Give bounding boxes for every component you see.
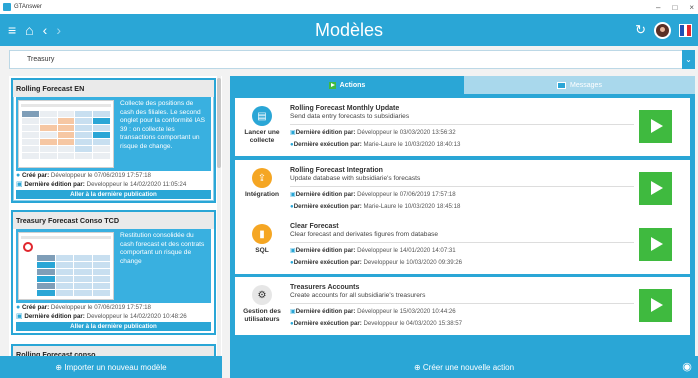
action-card: ⇪ Intégration Rolling Forecast Integrati… (235, 160, 690, 218)
window-titlebar: GTAnswer – □ × (0, 0, 698, 14)
footer-divider (222, 356, 230, 378)
action-category: ⇪ Intégration (235, 160, 289, 218)
action-description: Create accounts for all subsidiarie's tr… (290, 292, 634, 304)
action-edited: ▣Dernière édition par: Développeur le 14… (290, 247, 456, 254)
create-action-label: Créer une nouvelle action (422, 362, 515, 372)
french-flag-icon[interactable] (679, 23, 692, 37)
action-category: ▮ SQL (235, 216, 289, 274)
action-executed: ●Dernière exécution par: Marie-Laure le … (290, 202, 461, 210)
run-action-button[interactable] (639, 110, 672, 143)
tab-messages[interactable]: Messages (464, 76, 695, 94)
model-edited: ▣ Dernière édition par: Developpeur le 1… (16, 181, 187, 188)
plus-icon: ⊕ (413, 362, 423, 372)
model-preview: Restitution consolidée du cash forecast … (16, 229, 211, 303)
run-action-button[interactable] (639, 228, 672, 261)
action-executed: ●Dernière exécution par: Developpeur le … (290, 319, 463, 327)
model-title: Treasury Forecast Conso TCD (13, 212, 214, 229)
action-description: Update database with subsidiarie's forec… (290, 175, 634, 187)
models-scrollbar-thumb[interactable] (217, 78, 221, 168)
action-edited: ▣Dernière édition par: Développeur le 07… (290, 191, 456, 198)
sql-icon: ▮ (252, 224, 272, 244)
action-details: Rolling Forecast Integration Update data… (290, 167, 634, 210)
action-name: Rolling Forecast Integration (290, 167, 383, 174)
actions-list: ▤ Lancer une collecte Rolling Forecast M… (230, 94, 695, 356)
tab-actions-label: Actions (339, 81, 366, 89)
go-to-latest-publication-button[interactable]: Aller à la dernière publication (16, 322, 211, 331)
model-card[interactable]: Treasury Forecast Conso TCD Restitution … (11, 210, 216, 335)
model-created: ● Créé par: Développeur le 07/06/2019 17… (16, 172, 151, 179)
app-logo-icon (3, 3, 11, 11)
model-description: Collecte des positions de cash des filia… (120, 100, 206, 150)
close-button[interactable]: × (689, 3, 694, 12)
action-description: Send data entry forecasts to subsidiarie… (290, 113, 634, 125)
chevron-down-icon[interactable]: ⌄ (682, 50, 695, 69)
tab-messages-label: Messages (570, 81, 602, 89)
category-select-value: Treasury (27, 56, 55, 63)
message-icon (557, 81, 567, 89)
create-action-button[interactable]: ⊕ Créer une nouvelle action ◉ (230, 356, 698, 378)
database-icon: ▤ (252, 106, 272, 126)
avatar[interactable] (654, 21, 671, 39)
app-header: ≡ ⌂ ‹ › Modèles ↻ (0, 14, 698, 46)
import-model-button[interactable]: ⊕ Importer un nouveau modèle (0, 356, 222, 378)
minimize-button[interactable]: – (656, 3, 660, 12)
plus-icon: ⊕ (55, 362, 65, 372)
eye-icon[interactable]: ◉ (680, 360, 694, 374)
window-controls: – □ × (656, 0, 694, 14)
model-created: ● Créé par: Développeur le 07/06/2019 17… (16, 304, 151, 311)
action-executed: ●Dernière exécution par: Marie-Laure le … (290, 140, 461, 148)
action-name: Treasurers Accounts (290, 284, 360, 291)
category-select[interactable]: Treasury ⌄ (9, 50, 695, 69)
action-card: ▤ Lancer une collecte Rolling Forecast M… (235, 98, 690, 156)
action-description: Clear forecast and derivates figures fro… (290, 231, 634, 243)
model-edited: ▣ Dernière édition par: Developpeur le 1… (16, 313, 187, 320)
upload-icon: ⇪ (252, 168, 272, 188)
edit-icon: ▣ (16, 181, 23, 188)
user-icon: ● (16, 172, 21, 179)
action-category-label: Gestion des utilisateurs (243, 308, 281, 323)
model-thumbnail (18, 100, 114, 168)
action-edited: ▣Dernière édition par: Développeur le 15… (290, 308, 456, 315)
window-title: GTAnswer (14, 4, 42, 10)
page-title: Modèles (314, 20, 384, 40)
action-category: ▤ Lancer une collecte (235, 98, 289, 156)
edit-icon: ▣ (16, 313, 23, 320)
header-actions: ↻ (635, 14, 692, 46)
action-details: Treasurers Accounts Create accounts for … (290, 284, 634, 327)
import-model-label: Importer un nouveau modèle (64, 362, 167, 372)
action-name: Clear Forecast (290, 223, 339, 230)
action-details: Clear Forecast Clear forecast and deriva… (290, 223, 634, 266)
maximize-button[interactable]: □ (672, 3, 677, 12)
users-icon: ⚙ (252, 285, 272, 305)
play-icon (328, 81, 336, 89)
action-details: Rolling Forecast Monthly Update Send dat… (290, 105, 634, 148)
action-edited: ▣Dernière édition par: Développeur le 03… (290, 129, 456, 136)
model-title: Rolling Forecast conso (16, 350, 96, 356)
action-category: ⚙ Gestion des utilisateurs (235, 277, 289, 335)
go-to-latest-publication-button[interactable]: Aller à la dernière publication (16, 190, 211, 199)
models-list: Rolling Forecast EN Collecte des positio… (9, 76, 222, 356)
refresh-icon[interactable]: ↻ (635, 22, 646, 38)
action-category-label: SQL (255, 247, 269, 254)
model-title: Rolling Forecast EN (13, 80, 214, 97)
action-card: ⚙ Gestion des utilisateurs Treasurers Ac… (235, 277, 690, 335)
action-category-label: Lancer une collecte (244, 129, 280, 144)
run-action-button[interactable] (639, 172, 672, 205)
model-card[interactable]: Rolling Forecast EN Collecte des positio… (11, 78, 216, 203)
model-description: Restitution consolidée du cash forecast … (120, 232, 205, 265)
action-executed: ●Dernière exécution par: Developpeur le … (290, 258, 463, 266)
user-icon: ● (16, 304, 21, 311)
action-card: ▮ SQL Clear Forecast Clear forecast and … (235, 216, 690, 274)
model-preview: Collecte des positions de cash des filia… (16, 97, 211, 171)
action-name: Rolling Forecast Monthly Update (290, 105, 400, 112)
run-action-button[interactable] (639, 289, 672, 322)
model-card[interactable]: Rolling Forecast conso (11, 344, 216, 356)
tab-actions[interactable]: Actions (230, 76, 464, 94)
action-category-label: Intégration (244, 191, 280, 198)
model-thumbnail (18, 232, 114, 300)
